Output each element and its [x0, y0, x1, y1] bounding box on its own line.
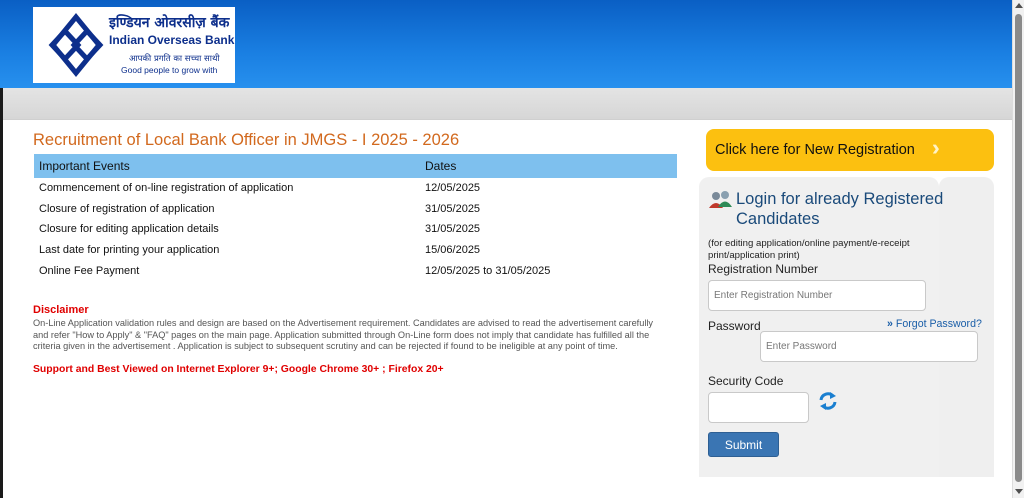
date-cell: 15/06/2025 — [425, 244, 481, 257]
double-chevron-icon: ›› — [932, 135, 937, 160]
password-input[interactable] — [760, 331, 978, 362]
registration-number-label: Registration Number — [708, 262, 819, 276]
scroll-up-arrow-icon[interactable] — [1015, 3, 1023, 8]
event-cell: Commencement of on-line registration of … — [39, 182, 294, 195]
table-row: Closure for editing application details … — [34, 219, 677, 240]
login-title: Login for already Registered Candidates — [736, 190, 944, 228]
logo-tagline-english: Good people to grow with — [121, 65, 218, 75]
column-header-dates: Dates — [420, 154, 677, 178]
refresh-captcha-icon[interactable] — [818, 391, 838, 411]
password-label: Password — [708, 319, 761, 333]
table-row: Online Fee Payment 12/05/2025 to 31/05/2… — [34, 260, 677, 281]
table-row: Last date for printing your application … — [34, 240, 677, 261]
logo-hindi-name: इण्डियन ओवरसीज़ बैंक — [109, 15, 230, 31]
date-cell: 31/05/2025 — [425, 202, 481, 215]
security-code-label: Security Code — [708, 374, 784, 388]
browser-support-note: Support and Best Viewed on Internet Expl… — [33, 364, 444, 375]
new-registration-button[interactable]: Click here for New Registration ›› — [706, 129, 994, 171]
nav-bar — [3, 88, 1012, 120]
logo-english-name: Indian Overseas Bank — [109, 33, 235, 47]
registration-number-input[interactable] — [708, 280, 926, 311]
table-row: Commencement of on-line registration of … — [34, 178, 677, 199]
date-cell: 12/05/2025 to 31/05/2025 — [425, 264, 551, 277]
bank-logo[interactable]: इण्डियन ओवरसीज़ बैंक Indian Overseas Ban… — [33, 7, 235, 83]
table-header-row: Important Events Dates — [34, 154, 677, 178]
double-chevron-icon: » — [887, 318, 893, 330]
column-header-events: Important Events — [34, 154, 420, 178]
table-row: Closure of registration of application 3… — [34, 199, 677, 220]
login-subtitle: (for editing application/online payment/… — [708, 238, 910, 261]
event-cell: Closure of registration of application — [39, 202, 215, 215]
page-title: Recruitment of Local Bank Officer in JMG… — [33, 131, 460, 149]
event-cell: Closure for editing application details — [39, 223, 219, 236]
login-users-icon — [709, 191, 732, 208]
forgot-password-label: Forgot Password? — [895, 318, 982, 330]
submit-button[interactable]: Submit — [708, 432, 779, 457]
event-cell: Online Fee Payment — [39, 264, 140, 277]
site-header: इण्डियन ओवरसीज़ बैंक Indian Overseas Ban… — [0, 0, 1012, 88]
vertical-scrollbar[interactable] — [1012, 0, 1024, 498]
logo-tagline-hindi: आपकी प्रगति का सच्चा साथी — [129, 54, 220, 64]
scroll-thumb[interactable] — [1015, 14, 1022, 482]
scroll-down-arrow-icon[interactable] — [1015, 489, 1023, 494]
new-registration-label: Click here for New Registration — [715, 142, 915, 158]
event-cell: Last date for printing your application — [39, 244, 220, 257]
date-cell: 12/05/2025 — [425, 182, 481, 195]
bank-logo-icon — [48, 13, 104, 77]
date-cell: 31/05/2025 — [425, 223, 481, 236]
forgot-password-link[interactable]: » Forgot Password? — [887, 318, 982, 330]
important-events-table: Important Events Dates Commencement of o… — [34, 154, 677, 281]
security-code-input[interactable] — [708, 392, 809, 423]
disclaimer-text: On-Line Application validation rules and… — [33, 318, 654, 351]
disclaimer-heading: Disclaimer — [33, 304, 89, 316]
